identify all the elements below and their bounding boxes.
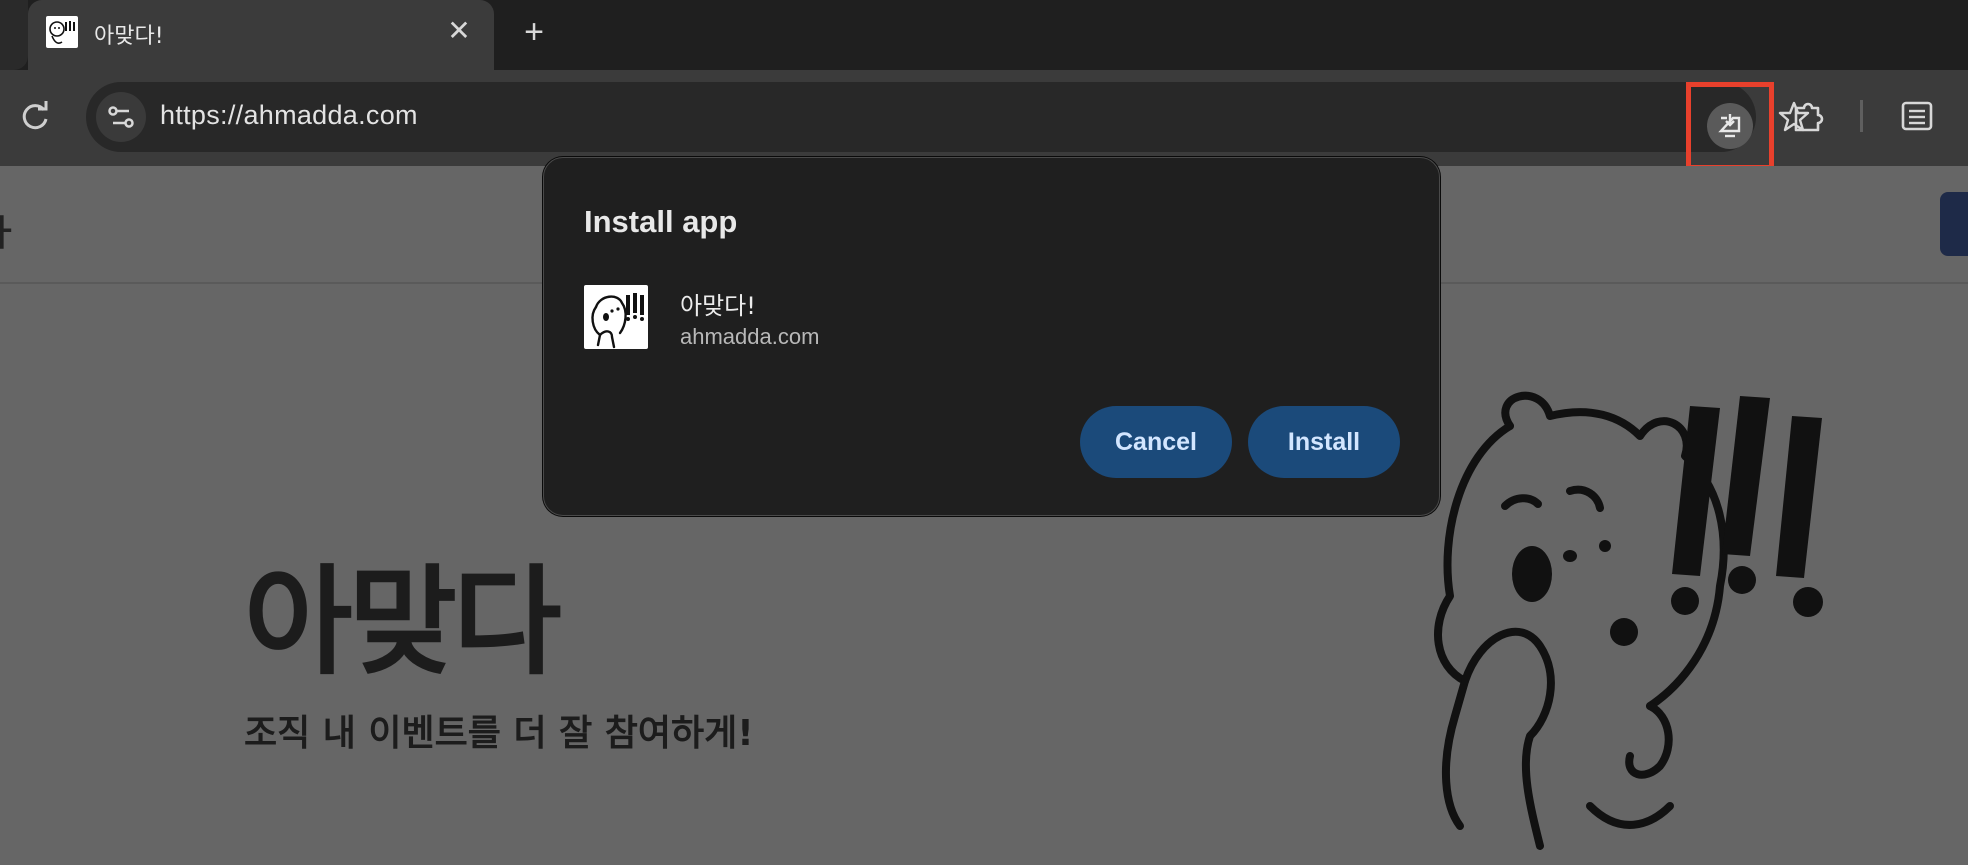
side-panel-icon[interactable] (1898, 98, 1936, 134)
extensions-icon[interactable] (1788, 96, 1828, 136)
app-name: 아맞다! (680, 292, 756, 320)
tab-strip-edge (0, 0, 28, 70)
app-icon (584, 285, 648, 349)
favicon-icon (46, 16, 78, 48)
tab-strip: 아맞다! ✕ + (0, 0, 1968, 70)
dialog-title: Install app (584, 204, 738, 239)
site-info-icon[interactable] (96, 92, 146, 142)
page-nav-logo[interactable]: ㅏ (0, 204, 19, 256)
install-button[interactable]: Install (1248, 406, 1400, 478)
reload-icon[interactable] (16, 98, 54, 136)
tab-title: 아맞다! (94, 24, 164, 49)
tab-close-icon[interactable]: ✕ (442, 14, 476, 48)
hero-title: 아맞다 (244, 553, 562, 691)
cancel-button[interactable]: Cancel (1080, 406, 1232, 478)
new-tab-button[interactable]: + (514, 12, 554, 52)
browser-tab[interactable]: 아맞다! ✕ (28, 0, 494, 70)
browser-toolbar: https://ahmadda.com (0, 70, 1968, 170)
url-text[interactable]: https://ahmadda.com (160, 100, 418, 131)
install-app-button[interactable] (1686, 82, 1774, 170)
install-app-dialog: Install app 아맞다! ahmadda.com Cancel Inst… (543, 157, 1440, 516)
hero-subtitle: 조직 내 이벤트를 더 잘 참여하게! (244, 713, 754, 754)
page-nav-button[interactable] (1940, 192, 1968, 256)
bear-illustration (1420, 386, 1890, 860)
address-bar[interactable]: https://ahmadda.com (86, 82, 1810, 170)
toolbar-divider (1860, 100, 1863, 132)
app-origin: ahmadda.com (680, 324, 820, 349)
install-app-icon (1707, 103, 1753, 149)
